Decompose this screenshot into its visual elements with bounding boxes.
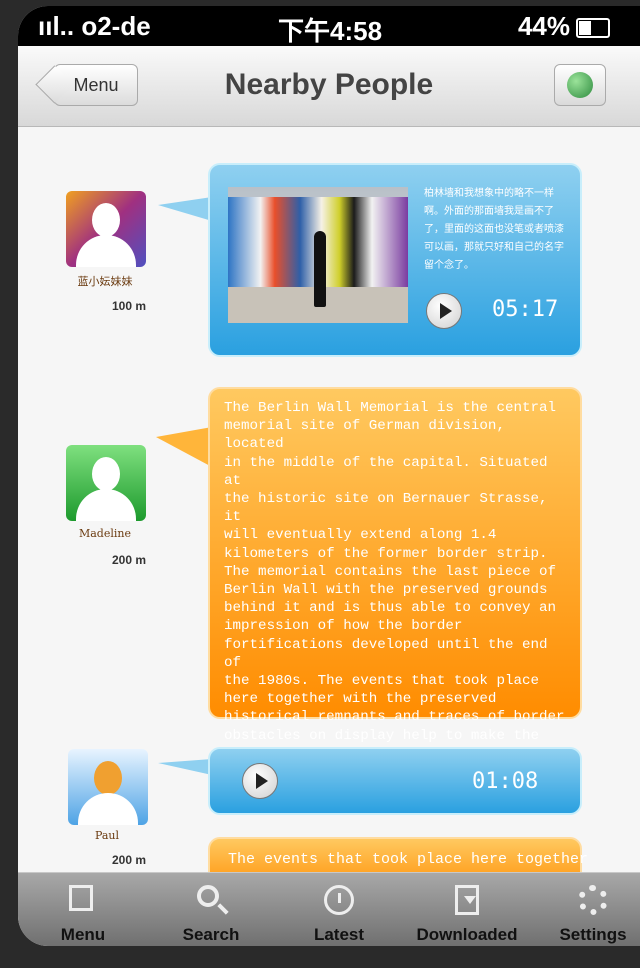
- play-button[interactable]: [242, 763, 278, 799]
- nearby-feed[interactable]: 蓝小妘妹妹 100 m 柏林墙和我想象中的略不一样啊。外面的那面墙我是画不了了，…: [18, 127, 640, 897]
- message-text: The Berlin Wall Memorial is the central …: [224, 400, 565, 780]
- tab-search[interactable]: Search: [156, 873, 266, 946]
- bubble-tail: [156, 427, 212, 467]
- tab-settings[interactable]: Settings: [546, 873, 640, 946]
- bubble-tail: [158, 759, 212, 775]
- tab-downloaded[interactable]: Downloaded: [406, 873, 528, 946]
- message-text: 柏林墙和我想象中的略不一样啊。外面的那面墙我是画不了了，里面的这面也没笔或者喷漆…: [424, 188, 564, 271]
- audio-duration: 05:17: [492, 297, 559, 322]
- tab-label: Settings: [559, 925, 627, 944]
- search-icon: [197, 885, 219, 907]
- user-distance: 200 m: [112, 853, 147, 867]
- avatar-head: [94, 761, 122, 795]
- map-button[interactable]: [554, 64, 606, 106]
- message-bubble[interactable]: 柏林墙和我想象中的略不一样啊。外面的那面墙我是画不了了，里面的这面也没笔或者喷漆…: [208, 163, 582, 357]
- tab-label: Latest: [313, 925, 365, 944]
- avatar-body: [76, 489, 136, 521]
- avatar-body: [76, 235, 136, 267]
- tab-label: Search: [182, 925, 240, 944]
- navigation-bar: Menu Nearby People: [18, 46, 640, 127]
- user-name: Paul: [94, 829, 120, 842]
- avatar-head: [92, 457, 120, 491]
- battery-indicator: 44%: [518, 11, 610, 42]
- carrier-label: ııl.. o2-de: [38, 11, 151, 41]
- page-title: Nearby People: [224, 68, 434, 101]
- post-photo[interactable]: [228, 187, 408, 323]
- tab-bar: Menu Search Latest Downloaded Settings: [18, 872, 640, 946]
- photo-person: [314, 231, 326, 307]
- bubble-tail: [158, 197, 212, 221]
- user-name: Madeline: [78, 527, 131, 540]
- voice-bubble[interactable]: 01:08: [208, 747, 582, 815]
- tab-menu[interactable]: Menu: [28, 873, 138, 946]
- user-name: 蓝小妘妹妹: [77, 275, 133, 288]
- battery-icon: [576, 18, 610, 39]
- user-distance: 100 m: [112, 299, 147, 313]
- clock-icon: [324, 885, 354, 915]
- download-icon: [455, 885, 479, 915]
- gear-icon: [578, 885, 608, 915]
- play-button[interactable]: [426, 293, 462, 329]
- message-bubble[interactable]: The Berlin Wall Memorial is the central …: [208, 387, 582, 780]
- user-distance: 200 m: [112, 553, 147, 567]
- phone-screen: ııl.. o2-de 下午4:58 44% Menu Nearby Peopl…: [18, 6, 640, 946]
- tab-latest[interactable]: Latest: [284, 873, 394, 946]
- menu-icon: [69, 885, 93, 911]
- audio-duration: 01:08: [472, 769, 539, 794]
- avatar[interactable]: [66, 445, 146, 521]
- status-bar: ııl.. o2-de 下午4:58 44%: [18, 6, 640, 46]
- avatar[interactable]: [68, 749, 148, 825]
- battery-percent: 44%: [517, 11, 570, 41]
- avatar-body: [78, 793, 138, 825]
- avatar-head: [92, 203, 120, 237]
- avatar[interactable]: [66, 191, 146, 267]
- tab-label: Downloaded: [416, 925, 518, 944]
- status-time: 下午4:58: [278, 16, 383, 46]
- globe-icon: [567, 72, 593, 98]
- message-text: The events that took place here together: [228, 851, 589, 868]
- tab-label: Menu: [60, 925, 106, 944]
